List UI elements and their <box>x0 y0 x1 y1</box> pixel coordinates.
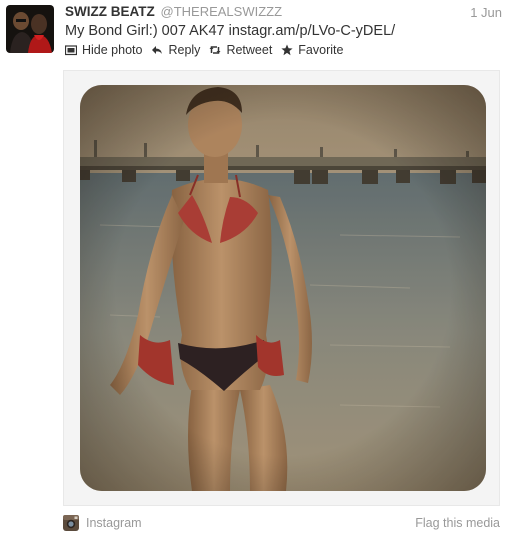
tweet-text: My Bond Girl:) 007 AK47 instagr.am/p/LVo… <box>65 23 505 39</box>
star-icon <box>281 44 293 56</box>
media-source-label: Instagram <box>86 516 142 530</box>
reply-arrow-icon <box>152 46 163 54</box>
tweet: SWIZZ BEATZ @THEREALSWIZZZ 1 Jun My Bond… <box>0 0 514 538</box>
username[interactable]: @THEREALSWIZZZ <box>161 4 283 19</box>
media-source-link[interactable]: Instagram <box>63 515 142 531</box>
retweet-button[interactable]: Retweet <box>209 43 272 57</box>
flag-media-link[interactable]: Flag this media <box>415 516 500 530</box>
instagram-icon <box>63 515 79 531</box>
retweet-icon <box>209 46 221 54</box>
tweet-text-body: My Bond Girl:) 007 AK47 <box>65 23 229 39</box>
reply-button[interactable]: Reply <box>151 43 200 57</box>
hide-photo-button[interactable]: Hide photo <box>65 43 142 57</box>
tweet-link[interactable]: instagr.am/p/LVo-C-yDEL/ <box>229 23 396 39</box>
tweet-header: SWIZZ BEATZ @THEREALSWIZZZ 1 Jun <box>65 4 505 24</box>
tweet-actions: Hide photo Reply Retweet Favorite <box>65 42 352 58</box>
avatar[interactable] <box>6 5 54 53</box>
retweet-label: Retweet <box>226 43 273 57</box>
photo-icon <box>65 45 77 56</box>
media-footer: Instagram Flag this media <box>63 515 500 533</box>
reply-label: Reply <box>168 43 201 57</box>
fullname[interactable]: SWIZZ BEATZ <box>65 4 155 19</box>
media-container <box>63 70 500 506</box>
favorite-button[interactable]: Favorite <box>281 43 343 57</box>
media-photo[interactable] <box>80 85 486 491</box>
favorite-label: Favorite <box>298 43 344 57</box>
tweet-timestamp[interactable]: 1 Jun <box>470 5 502 20</box>
hide-photo-label: Hide photo <box>82 43 143 57</box>
